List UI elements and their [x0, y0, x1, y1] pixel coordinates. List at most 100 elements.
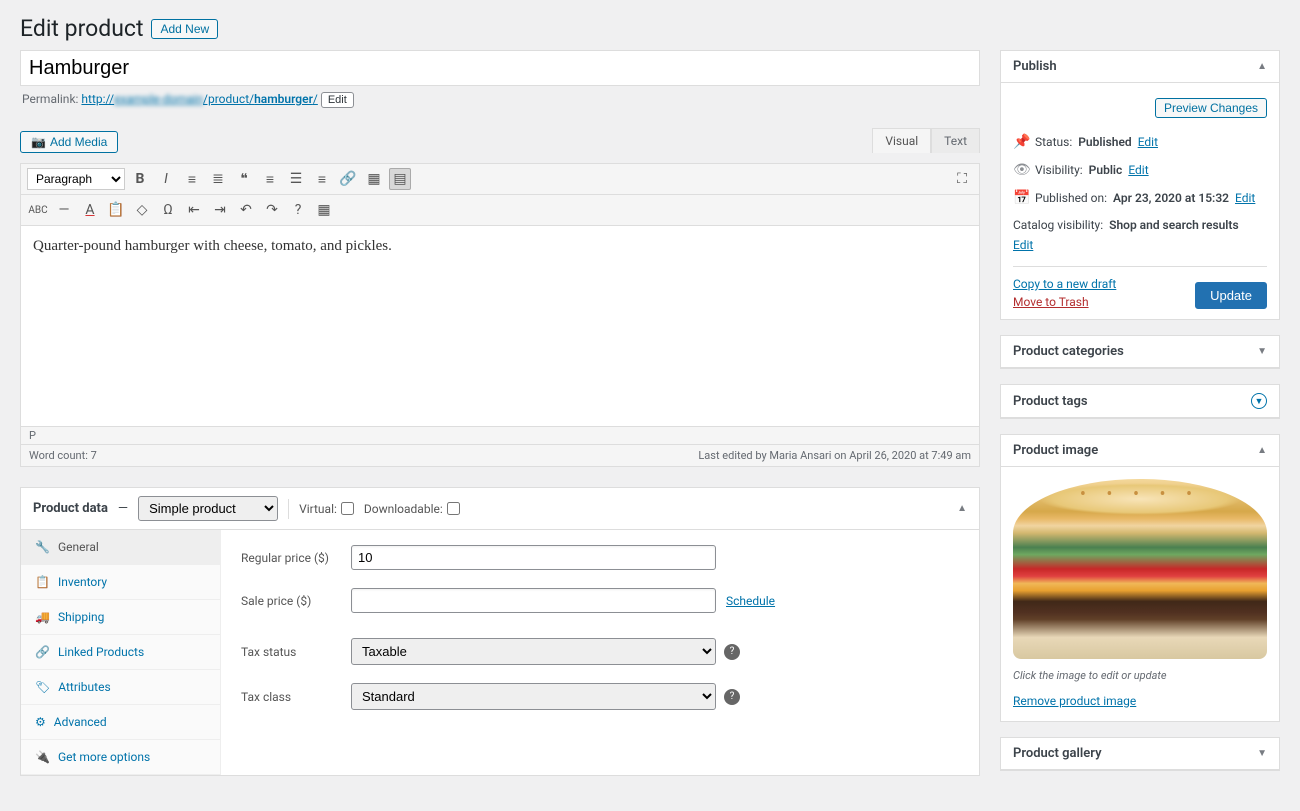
- chevron-up-icon: ▲: [1257, 61, 1267, 72]
- gallery-box-header[interactable]: Product gallery▼: [1001, 738, 1279, 770]
- edit-status-link[interactable]: Edit: [1138, 135, 1158, 149]
- product-type-select[interactable]: Simple product: [138, 496, 278, 521]
- text-tab[interactable]: Text: [931, 128, 980, 153]
- hr-button[interactable]: —: [53, 199, 75, 221]
- schedule-link[interactable]: Schedule: [726, 594, 775, 608]
- redo-button[interactable]: ↷: [261, 199, 283, 221]
- chevron-up-icon: ▲: [1257, 445, 1267, 456]
- permalink: Permalink: http://example-domain/product…: [20, 86, 980, 114]
- visual-tab[interactable]: Visual: [872, 128, 931, 153]
- gear-icon: ⚙: [35, 715, 46, 729]
- editor-content[interactable]: Quarter-pound hamburger with cheese, tom…: [21, 226, 979, 426]
- element-path: P: [21, 427, 979, 445]
- wrench-icon: 🔧: [35, 540, 50, 554]
- shipping-tab[interactable]: 🚚Shipping: [21, 600, 220, 635]
- edit-visibility-link[interactable]: Edit: [1128, 163, 1148, 177]
- last-edit: Last edited by Maria Ansari on April 26,…: [698, 449, 971, 462]
- tags-box-header[interactable]: Product tags▼: [1001, 385, 1279, 418]
- truck-icon: 🚚: [35, 610, 50, 624]
- move-trash-link[interactable]: Move to Trash: [1013, 295, 1116, 309]
- tax-class-select[interactable]: Standard: [351, 683, 716, 710]
- pin-icon: 📌: [1013, 134, 1029, 150]
- more-button[interactable]: ▦: [363, 168, 385, 190]
- copy-draft-link[interactable]: Copy to a new draft: [1013, 277, 1116, 291]
- ol-button[interactable]: ≣: [207, 168, 229, 190]
- virtual-checkbox[interactable]: Virtual:: [299, 502, 354, 516]
- product-image-thumbnail[interactable]: [1013, 479, 1267, 659]
- linked-tab[interactable]: 🔗Linked Products: [21, 635, 220, 670]
- advanced-tab[interactable]: ⚙Advanced: [21, 705, 220, 740]
- tax-status-label: Tax status: [241, 645, 351, 659]
- gallery-box: Product gallery▼: [1000, 737, 1280, 771]
- general-tab[interactable]: 🔧General: [21, 530, 220, 565]
- product-data-box: Product data — Simple product Virtual: D…: [20, 487, 980, 776]
- image-box-header[interactable]: Product image▲: [1001, 435, 1279, 467]
- format-select[interactable]: Paragraph: [27, 168, 125, 190]
- paste-button[interactable]: 📋: [105, 199, 127, 221]
- edit-catalog-link[interactable]: Edit: [1013, 238, 1267, 252]
- indent-button[interactable]: ⇥: [209, 199, 231, 221]
- panel-toggle[interactable]: ▲: [957, 503, 967, 514]
- align-left-button[interactable]: ≡: [259, 168, 281, 190]
- chevron-down-icon: ▼: [1257, 346, 1267, 357]
- text-color-button[interactable]: A: [79, 199, 101, 221]
- special-char-button[interactable]: Ω: [157, 199, 179, 221]
- fullscreen-button[interactable]: ⛶: [951, 168, 973, 190]
- tax-status-select[interactable]: Taxable: [351, 638, 716, 665]
- media-icon: 📷: [31, 135, 46, 149]
- add-media-button[interactable]: 📷 Add Media: [20, 131, 118, 153]
- tax-class-label: Tax class: [241, 690, 351, 704]
- publish-box-header[interactable]: Publish▲: [1001, 51, 1279, 83]
- help-button[interactable]: ?: [287, 199, 309, 221]
- strike-button[interactable]: ABC: [27, 199, 49, 221]
- editor-toolbar-2: ABC — A 📋 ◇ Ω ⇤ ⇥ ↶ ↷ ? ▦: [21, 195, 979, 226]
- downloadable-checkbox[interactable]: Downloadable:: [364, 502, 460, 516]
- ul-button[interactable]: ≡: [181, 168, 203, 190]
- link-button[interactable]: 🔗: [337, 168, 359, 190]
- image-caption: Click the image to edit or update: [1013, 669, 1267, 682]
- align-center-button[interactable]: ☰: [285, 168, 307, 190]
- update-button[interactable]: Update: [1195, 282, 1267, 309]
- add-new-button[interactable]: Add New: [151, 19, 218, 39]
- remove-image-link[interactable]: Remove product image: [1013, 694, 1136, 708]
- publish-box: Publish▲ Preview Changes 📌 Status: Publi…: [1000, 50, 1280, 320]
- italic-button[interactable]: I: [155, 168, 177, 190]
- more-options-tab[interactable]: 🔌Get more options: [21, 740, 220, 775]
- clear-format-button[interactable]: ◇: [131, 199, 153, 221]
- tag-icon: 🏷: [35, 680, 50, 694]
- page-title: Edit product: [20, 15, 143, 42]
- attributes-tab[interactable]: 🏷Attributes: [21, 670, 220, 705]
- categories-box: Product categories▼: [1000, 335, 1280, 369]
- undo-button[interactable]: ↶: [235, 199, 257, 221]
- help-tip-icon[interactable]: ?: [724, 689, 740, 705]
- permalink-link[interactable]: http://example-domain/product/hamburger/: [81, 92, 317, 106]
- sale-price-input[interactable]: [351, 588, 716, 613]
- categories-box-header[interactable]: Product categories▼: [1001, 336, 1279, 368]
- regular-price-input[interactable]: [351, 545, 716, 570]
- table-button[interactable]: ▦: [313, 199, 335, 221]
- outdent-button[interactable]: ⇤: [183, 199, 205, 221]
- toolbar-toggle-button[interactable]: ▤: [389, 168, 411, 190]
- preview-changes-button[interactable]: Preview Changes: [1155, 98, 1267, 118]
- word-count: Word count: 7: [29, 449, 97, 462]
- bold-button[interactable]: B: [129, 168, 151, 190]
- product-title-input[interactable]: [20, 50, 980, 86]
- plugin-icon: 🔌: [35, 750, 50, 764]
- editor-toolbar: Paragraph B I ≡ ≣ ❝ ≡ ☰ ≡ 🔗 ▦ ▤ ⛶: [21, 164, 979, 195]
- chevron-down-icon: ▼: [1257, 748, 1267, 759]
- sale-price-label: Sale price ($): [241, 594, 351, 608]
- permalink-edit-button[interactable]: Edit: [321, 92, 354, 108]
- image-box: Product image▲ Click the image to edit o…: [1000, 434, 1280, 722]
- tags-box: Product tags▼: [1000, 384, 1280, 419]
- calendar-icon: 📅: [1013, 190, 1029, 206]
- regular-price-label: Regular price ($): [241, 551, 351, 565]
- help-tip-icon[interactable]: ?: [724, 644, 740, 660]
- chevron-down-icon: ▼: [1251, 393, 1267, 409]
- inventory-tab[interactable]: 📋Inventory: [21, 565, 220, 600]
- clipboard-icon: 📋: [35, 575, 50, 589]
- product-data-title: Product data: [33, 501, 108, 516]
- quote-button[interactable]: ❝: [233, 168, 255, 190]
- edit-date-link[interactable]: Edit: [1235, 191, 1255, 205]
- align-right-button[interactable]: ≡: [311, 168, 333, 190]
- editor: Paragraph B I ≡ ≣ ❝ ≡ ☰ ≡ 🔗 ▦ ▤ ⛶ ABC — …: [20, 163, 980, 467]
